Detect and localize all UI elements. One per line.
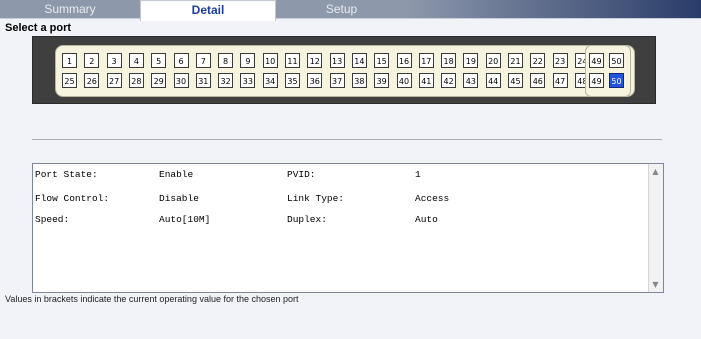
port-7[interactable]: 7 bbox=[195, 53, 211, 68]
detail-value: Access bbox=[415, 193, 450, 204]
port-18[interactable]: 18 bbox=[441, 53, 457, 68]
port-faceplate: 1 2 3 4 5 6 7 8 9 10 11 12 13 14 15 16 17 18 19 20 21 22 23 24 2… bbox=[55, 45, 635, 97]
port-45[interactable]: 45 bbox=[508, 73, 523, 88]
port-10[interactable]: 10 bbox=[262, 53, 278, 68]
tab-setup[interactable]: Setup bbox=[274, 0, 409, 18]
port-19[interactable]: 19 bbox=[463, 53, 479, 68]
port-41[interactable]: 41 bbox=[418, 73, 434, 88]
tab-summary[interactable]: Summary bbox=[0, 0, 140, 18]
tab-bar: Summary Detail Setup bbox=[0, 0, 701, 21]
port-34[interactable]: 34 bbox=[262, 73, 278, 88]
port-35[interactable]: 35 bbox=[285, 73, 300, 88]
port-22[interactable]: 22 bbox=[530, 53, 546, 68]
port-32[interactable]: 32 bbox=[218, 73, 234, 88]
port-37[interactable]: 37 bbox=[329, 73, 345, 88]
port-43[interactable]: 43 bbox=[463, 73, 479, 88]
detail-value: Auto bbox=[415, 214, 438, 225]
port-44[interactable]: 44 bbox=[485, 73, 501, 88]
port-25[interactable]: 25 bbox=[62, 73, 77, 88]
port-42[interactable]: 42 bbox=[441, 73, 457, 88]
port-17[interactable]: 17 bbox=[418, 53, 434, 68]
port-5[interactable]: 5 bbox=[151, 53, 167, 68]
detail-value: 1 bbox=[415, 169, 421, 180]
detail-label: Speed: bbox=[35, 214, 70, 225]
port-28[interactable]: 28 bbox=[128, 73, 144, 88]
scroll-up-icon[interactable]: ▲ bbox=[651, 167, 660, 176]
port-36[interactable]: 36 bbox=[307, 73, 323, 88]
detail-label: Duplex: bbox=[287, 214, 327, 225]
footnote: Values in brackets indicate the current … bbox=[5, 294, 299, 304]
port-49-lower[interactable]: 49 bbox=[589, 73, 604, 88]
port-38[interactable]: 38 bbox=[351, 73, 367, 88]
port-39[interactable]: 39 bbox=[374, 73, 390, 88]
port-14[interactable]: 14 bbox=[351, 53, 367, 68]
port-50[interactable]: 50 bbox=[609, 53, 624, 68]
detail-label: Flow Control: bbox=[35, 193, 110, 204]
detail-value: Auto[10M] bbox=[159, 214, 211, 225]
detail-label: Port State: bbox=[35, 169, 98, 180]
tab-bar-band bbox=[409, 0, 701, 18]
port-15[interactable]: 15 bbox=[374, 53, 390, 68]
port-40[interactable]: 40 bbox=[396, 73, 412, 88]
port-33[interactable]: 33 bbox=[240, 73, 256, 88]
port-16[interactable]: 16 bbox=[396, 53, 412, 68]
port-8[interactable]: 8 bbox=[218, 53, 234, 68]
detail-value: Enable bbox=[159, 169, 194, 180]
port-6[interactable]: 6 bbox=[173, 53, 189, 68]
port-50-lower[interactable]: 50 bbox=[609, 73, 624, 88]
divider bbox=[32, 139, 662, 140]
port-26[interactable]: 26 bbox=[84, 73, 100, 88]
scroll-down-icon[interactable]: ▼ bbox=[651, 280, 660, 289]
tab-detail[interactable]: Detail bbox=[140, 0, 276, 21]
port-46[interactable]: 46 bbox=[530, 73, 546, 88]
port-20[interactable]: 20 bbox=[485, 53, 501, 68]
port-4[interactable]: 4 bbox=[128, 53, 144, 68]
port-panel: 1 2 3 4 5 6 7 8 9 10 11 12 13 14 15 16 17 18 19 20 21 22 23 24 2… bbox=[32, 36, 656, 104]
port-detail-box: Port State: Enable PVID: 1 Flow Control: Disa… bbox=[32, 163, 664, 293]
select-port-label: Select a port bbox=[5, 22, 72, 34]
uplink-faceplate: 49 50 49 50 bbox=[585, 45, 631, 97]
port-11[interactable]: 11 bbox=[285, 53, 300, 68]
detail-value: Disable bbox=[159, 193, 199, 204]
scrollbar[interactable]: ▲ ▼ bbox=[648, 164, 663, 292]
port-12[interactable]: 12 bbox=[307, 53, 323, 68]
detail-label: Link Type: bbox=[287, 193, 345, 204]
port-13[interactable]: 13 bbox=[329, 53, 345, 68]
port-30[interactable]: 30 bbox=[173, 73, 189, 88]
port-1[interactable]: 1 bbox=[62, 53, 77, 68]
port-21[interactable]: 21 bbox=[508, 53, 523, 68]
port-47[interactable]: 47 bbox=[552, 73, 568, 88]
port-2[interactable]: 2 bbox=[84, 53, 100, 68]
port-9[interactable]: 9 bbox=[240, 53, 256, 68]
port-29[interactable]: 29 bbox=[151, 73, 167, 88]
port-3[interactable]: 3 bbox=[106, 53, 122, 68]
port-49[interactable]: 49 bbox=[589, 53, 604, 68]
port-23[interactable]: 23 bbox=[552, 53, 568, 68]
detail-label: PVID: bbox=[287, 169, 316, 180]
port-31[interactable]: 31 bbox=[195, 73, 211, 88]
port-27[interactable]: 27 bbox=[106, 73, 122, 88]
